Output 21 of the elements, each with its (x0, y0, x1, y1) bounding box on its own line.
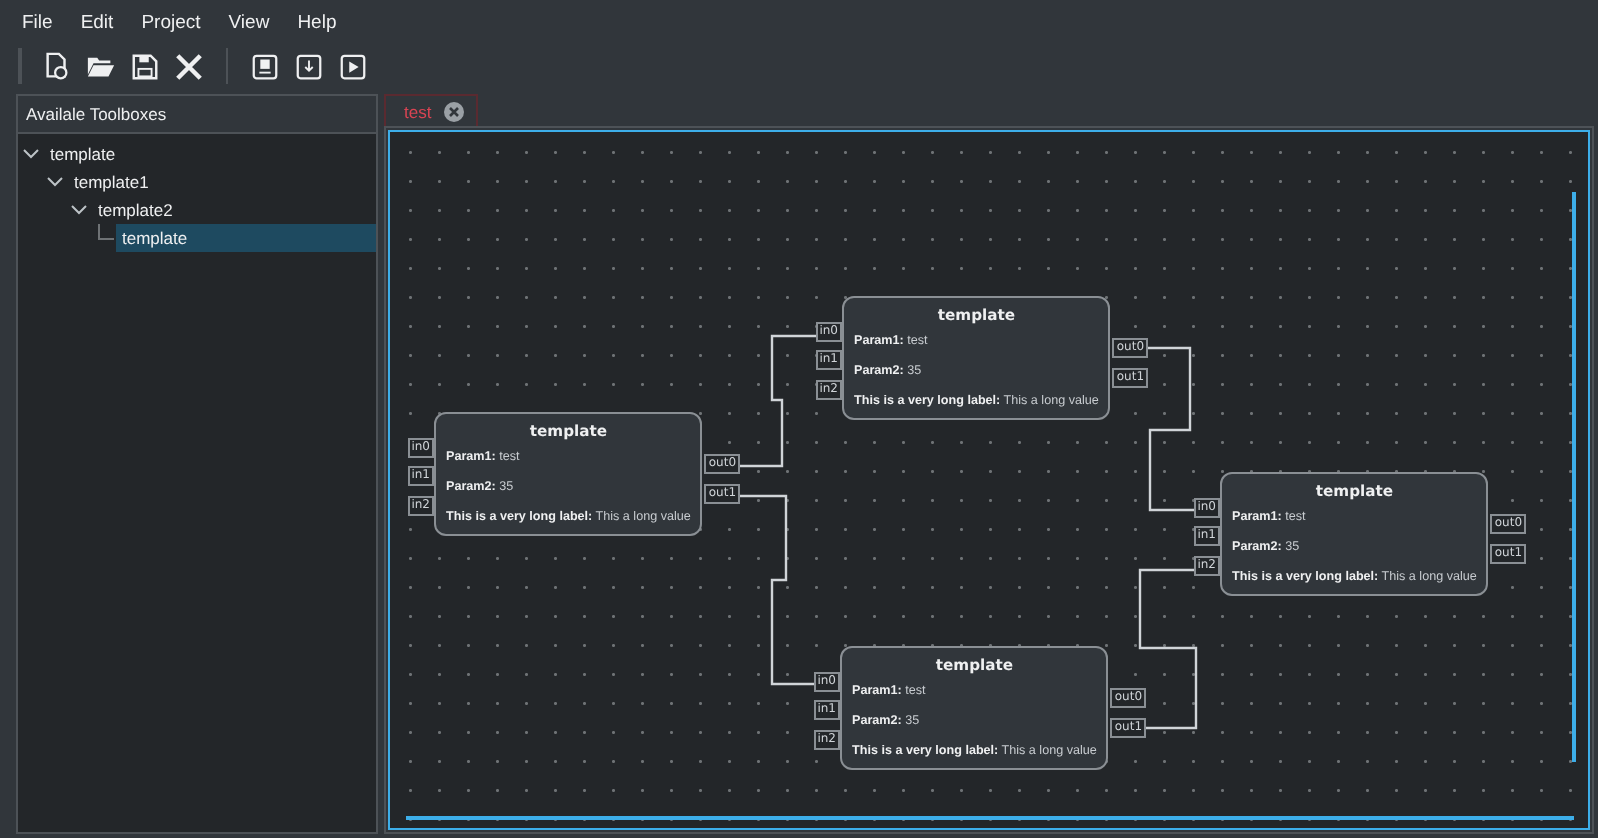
close-icon[interactable] (443, 101, 464, 121)
connector-line (734, 334, 820, 468)
menu-item[interactable]: Edit (66, 11, 128, 33)
play-icon (338, 51, 368, 81)
document-icon (250, 51, 280, 81)
tree-item[interactable]: template (116, 224, 376, 252)
menu-item[interactable]: File (8, 11, 67, 33)
menu-item[interactable]: Help (283, 11, 351, 33)
save-icon (130, 51, 160, 81)
menu-item[interactable]: View (214, 11, 284, 33)
node-canvas[interactable] (388, 130, 1590, 830)
panel-title: Availale Toolboxes (18, 96, 376, 134)
new-file-icon (42, 51, 72, 81)
close-icon (174, 51, 204, 81)
console-icon (294, 51, 324, 81)
horizontal-scrollbar[interactable] (406, 816, 1574, 820)
vertical-scrollbar[interactable] (1572, 192, 1576, 762)
tree-item[interactable]: template2 (92, 196, 179, 224)
menu-item[interactable]: Project (127, 11, 215, 33)
tree-item[interactable]: template1 (68, 168, 155, 196)
tree-item[interactable]: template (44, 140, 122, 168)
